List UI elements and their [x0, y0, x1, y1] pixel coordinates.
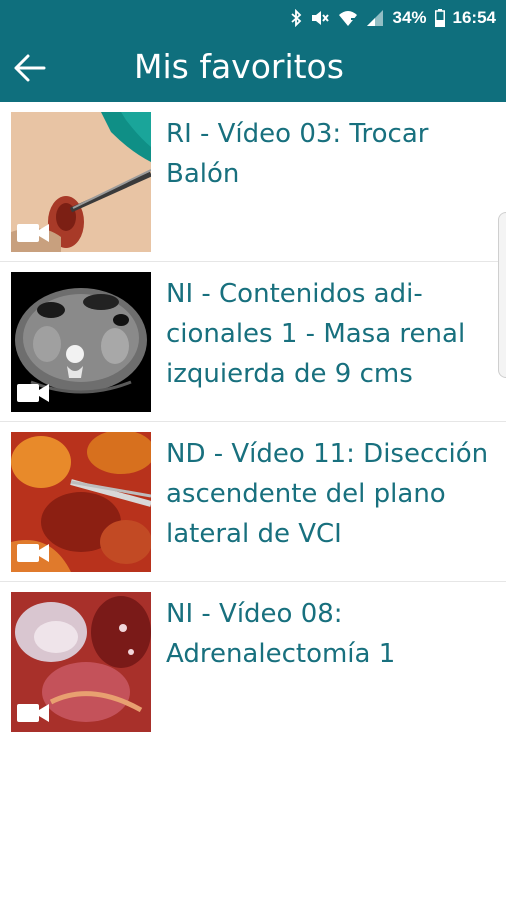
signal-icon	[367, 10, 384, 26]
favorite-item[interactable]: NI - Contenidos adi-cionales 1 - Masa re…	[0, 262, 506, 422]
status-bar: 34% 16:54	[0, 0, 506, 36]
mute-icon	[312, 11, 330, 25]
video-camera-icon	[17, 224, 49, 242]
video-camera-icon	[17, 384, 49, 402]
favorite-item[interactable]: ND - Vídeo 11: Disección ascendente del …	[0, 422, 506, 582]
clock: 16:54	[452, 8, 496, 27]
favorite-title: NI - Contenidos adi-cionales 1 - Masa re…	[166, 279, 466, 389]
video-camera-icon	[17, 704, 49, 722]
favorite-title: ND - Vídeo 11: Disección ascendente del …	[166, 439, 489, 549]
app-bar: Mis favoritos	[0, 36, 506, 102]
status-icons: 34% 16:54	[290, 0, 496, 36]
battery-icon	[434, 9, 445, 27]
video-thumbnail[interactable]	[11, 592, 151, 732]
wifi-icon	[339, 11, 358, 26]
video-thumbnail[interactable]	[11, 272, 151, 412]
side-drawer-handle[interactable]	[498, 212, 506, 378]
video-thumbnail[interactable]	[11, 112, 151, 252]
back-arrow-icon[interactable]	[12, 50, 48, 86]
favorite-item[interactable]: NI - Vídeo 08: Adrenalectomía 1	[0, 582, 506, 742]
bluetooth-icon	[291, 9, 302, 27]
video-camera-icon	[17, 544, 49, 562]
video-thumbnail[interactable]	[11, 432, 151, 572]
favorites-list: RI - Vídeo 03: Trocar Balón NI - Conteni…	[0, 102, 506, 742]
battery-percent: 34%	[392, 8, 427, 27]
page-title: Mis favoritos	[134, 47, 344, 86]
favorite-item[interactable]: RI - Vídeo 03: Trocar Balón	[0, 102, 506, 262]
favorite-title: RI - Vídeo 03: Trocar Balón	[166, 119, 429, 189]
favorite-title: NI - Vídeo 08: Adrenalectomía 1	[166, 599, 396, 669]
